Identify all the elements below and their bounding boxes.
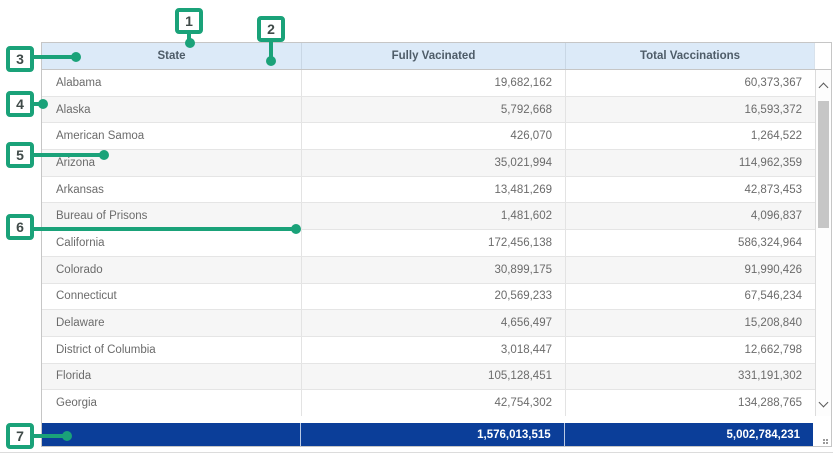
total-vaccinations-cell: 67,546,234: [566, 284, 815, 310]
callout-7: 7: [6, 423, 34, 449]
total-vaccinations-cell: 12,662,798: [566, 337, 815, 363]
state-cell: California: [42, 230, 302, 256]
callout-3-dot: [71, 52, 81, 62]
total-vaccinations-cell: 15,208,840: [566, 310, 815, 336]
total-vaccinations-cell: 16,593,372: [566, 97, 815, 123]
callout-6-dot: [291, 224, 301, 234]
table-row[interactable]: Alaska 5,792,668 16,593,372: [42, 97, 815, 124]
column-header-fully-vaccinated[interactable]: Fully Vacinated: [302, 43, 566, 69]
vaccination-data-table: State Fully Vacinated Total Vaccinations…: [41, 42, 832, 447]
state-cell: Bureau of Prisons: [42, 203, 302, 229]
table-row[interactable]: Arizona 35,021,994 114,962,359: [42, 150, 815, 177]
table-row[interactable]: Alabama 19,682,162 60,373,367: [42, 70, 815, 97]
fully-vaccinated-cell: 172,456,138: [302, 230, 566, 256]
callout-5-dot: [99, 150, 109, 160]
fully-vaccinated-cell: 35,021,994: [302, 150, 566, 176]
fully-vaccinated-cell: 42,754,302: [302, 390, 566, 416]
column-header-state[interactable]: State: [42, 43, 302, 69]
column-header-total-vaccinations[interactable]: Total Vaccinations: [566, 43, 815, 69]
state-cell: Connecticut: [42, 284, 302, 310]
table-body: Alabama 19,682,162 60,373,367 Alaska 5,7…: [42, 70, 831, 416]
state-cell: Florida: [42, 364, 302, 390]
callout-4: 4: [6, 91, 34, 117]
screenshot-canvas: State Fully Vacinated Total Vaccinations…: [0, 0, 833, 453]
callout-2: 2: [257, 16, 285, 42]
resize-corner: [813, 423, 831, 446]
total-vaccinations-cell: 60,373,367: [566, 70, 815, 96]
table-row[interactable]: Georgia 42,754,302 134,288,765: [42, 390, 815, 416]
header-scrollbar-spacer: [815, 43, 831, 69]
callout-6-line: [32, 227, 294, 231]
callout-1: 1: [175, 8, 203, 34]
callout-2-dot: [266, 56, 276, 66]
callout-1-dot: [185, 38, 195, 48]
fully-vaccinated-cell: 20,569,233: [302, 284, 566, 310]
total-vaccinations-cell: 114,962,359: [566, 150, 815, 176]
total-row-state-cell: [42, 423, 301, 446]
total-vaccinations-cell: 586,324,964: [566, 230, 815, 256]
state-cell: Alabama: [42, 70, 302, 96]
state-cell: American Samoa: [42, 123, 302, 149]
table-row[interactable]: American Samoa 426,070 1,264,522: [42, 123, 815, 150]
state-cell: Colorado: [42, 257, 302, 283]
fully-vaccinated-cell: 19,682,162: [302, 70, 566, 96]
fully-vaccinated-cell: 105,128,451: [302, 364, 566, 390]
fully-vaccinated-cell: 13,481,269: [302, 177, 566, 203]
callout-6: 6: [6, 214, 34, 240]
table-row[interactable]: District of Columbia 3,018,447 12,662,79…: [42, 337, 815, 364]
table-header-row: State Fully Vacinated Total Vaccinations: [42, 43, 831, 70]
fully-vaccinated-cell: 1,481,602: [302, 203, 566, 229]
table-total-row: 1,576,013,515 5,002,784,231: [42, 423, 831, 446]
table-total-gap: [42, 416, 831, 423]
callout-7-line: [32, 434, 66, 438]
callout-7-dot: [62, 431, 72, 441]
table-row[interactable]: Colorado 30,899,175 91,990,426: [42, 257, 815, 284]
fully-vaccinated-cell: 426,070: [302, 123, 566, 149]
callout-3-line: [32, 55, 73, 59]
scrollbar-thumb[interactable]: [818, 101, 829, 228]
total-fully-vaccinated-cell: 1,576,013,515: [301, 423, 564, 446]
table-row[interactable]: Connecticut 20,569,233 67,546,234: [42, 284, 815, 311]
table-row[interactable]: Arkansas 13,481,269 42,873,453: [42, 177, 815, 204]
fully-vaccinated-cell: 3,018,447: [302, 337, 566, 363]
total-vaccinations-cell: 134,288,765: [566, 390, 815, 416]
total-vaccinations-total-cell: 5,002,784,231: [565, 423, 813, 446]
fully-vaccinated-cell: 5,792,668: [302, 97, 566, 123]
state-cell: District of Columbia: [42, 337, 302, 363]
fully-vaccinated-cell: 4,656,497: [302, 310, 566, 336]
state-cell: Arkansas: [42, 177, 302, 203]
table-row[interactable]: California 172,456,138 586,324,964: [42, 230, 815, 257]
state-cell: Alaska: [42, 97, 302, 123]
fully-vaccinated-cell: 30,899,175: [302, 257, 566, 283]
table-row[interactable]: Florida 105,128,451 331,191,302: [42, 364, 815, 391]
scroll-up-icon[interactable]: [819, 83, 829, 93]
state-cell: Georgia: [42, 390, 302, 416]
total-vaccinations-cell: 91,990,426: [566, 257, 815, 283]
callout-4-dot: [38, 99, 48, 109]
total-vaccinations-cell: 331,191,302: [566, 364, 815, 390]
vertical-scrollbar[interactable]: [815, 70, 831, 416]
table-rows: Alabama 19,682,162 60,373,367 Alaska 5,7…: [42, 70, 815, 416]
total-vaccinations-cell: 42,873,453: [566, 177, 815, 203]
callout-3: 3: [6, 46, 34, 72]
total-vaccinations-cell: 1,264,522: [566, 123, 815, 149]
scroll-down-icon[interactable]: [819, 398, 829, 408]
state-cell: Delaware: [42, 310, 302, 336]
table-row[interactable]: Delaware 4,656,497 15,208,840: [42, 310, 815, 337]
callout-5: 5: [6, 142, 34, 168]
callout-5-line: [32, 153, 102, 157]
resize-grip-icon: [820, 436, 828, 444]
total-vaccinations-cell: 4,096,837: [566, 203, 815, 229]
